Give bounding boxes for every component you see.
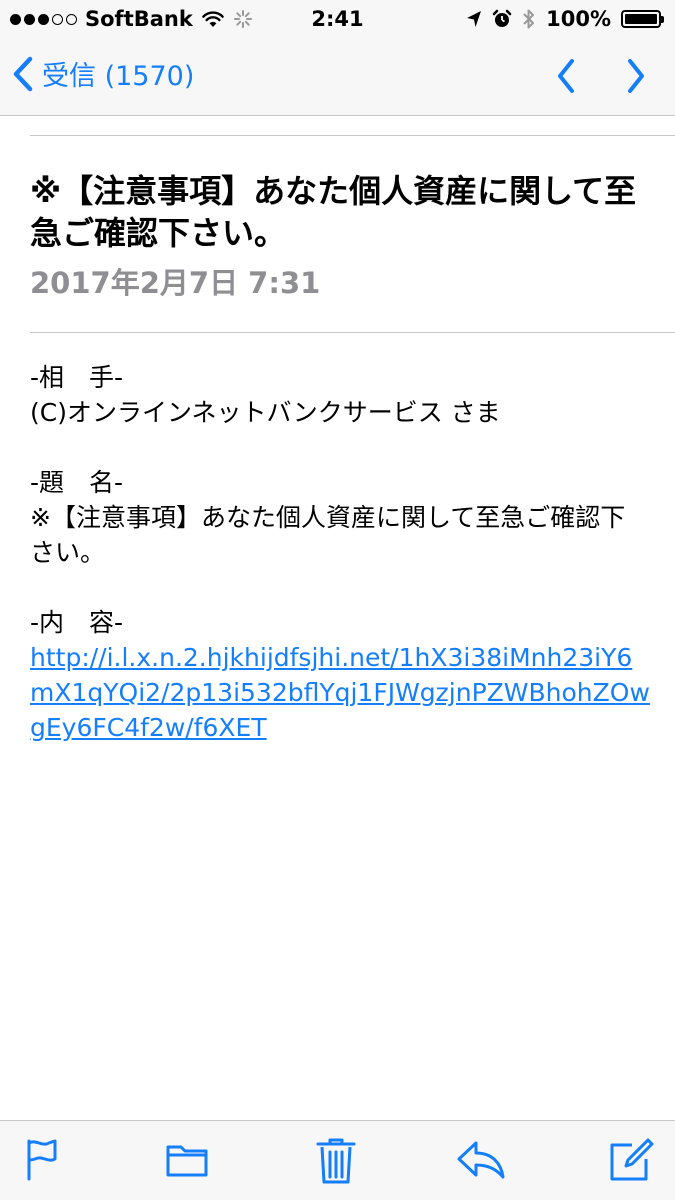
trash-button[interactable]	[316, 1137, 356, 1189]
move-to-folder-button[interactable]	[165, 1137, 209, 1185]
compose-button[interactable]	[608, 1137, 654, 1187]
bottom-toolbar	[0, 1120, 675, 1200]
flag-icon	[27, 1139, 57, 1181]
status-right: 100%	[466, 7, 664, 31]
chevron-up-icon	[558, 59, 574, 93]
separator-header	[30, 332, 675, 333]
status-bar: SoftBank 2:41 100%	[0, 0, 675, 40]
back-to-inbox-button[interactable]: 受信 (1570)	[12, 54, 194, 93]
chevron-left-icon	[13, 56, 33, 91]
reply-button[interactable]	[456, 1137, 506, 1185]
reply-icon	[457, 1141, 505, 1179]
bluetooth-icon	[523, 9, 535, 29]
message-body: -相 手- (C)オンラインネットバンクサービス さま -題 名- ※【注意事項…	[30, 360, 650, 745]
body-line: ※【注意事項】あなた個人資産に関して至急ご確認下さい。	[30, 503, 626, 567]
battery-percent: 100%	[546, 7, 611, 31]
back-label: 受信 (1570)	[42, 61, 195, 92]
body-line: -内 容-	[30, 608, 124, 637]
body-line: (C)オンラインネットバンクサービス さま	[30, 398, 501, 427]
previous-message-button[interactable]	[552, 56, 582, 100]
battery-icon	[621, 10, 664, 28]
body-line	[30, 570, 650, 605]
battery-level	[625, 14, 657, 24]
alarm-icon	[492, 9, 512, 27]
body-line	[30, 430, 650, 465]
navigation-bar: 受信 (1570)	[0, 40, 675, 116]
message-date: 2017年2月7日 7:31	[30, 266, 321, 300]
flag-button[interactable]	[24, 1137, 60, 1185]
body-line: -相 手-	[30, 363, 124, 392]
next-message-button[interactable]	[620, 56, 650, 100]
folder-icon	[166, 1145, 208, 1177]
location-arrow-icon	[467, 11, 482, 27]
chevron-down-icon	[628, 59, 644, 93]
message-subject: ※【注意事項】あなた個人資産に関して至急ご確認下さい。	[30, 172, 637, 252]
compose-icon	[610, 1138, 654, 1181]
separator-top	[30, 135, 675, 136]
trash-icon	[316, 1138, 356, 1184]
body-line: -題 名-	[30, 468, 124, 497]
message-link[interactable]: http://i.l.x.n.2.hjkhijdfsjhi.net/1hX3i3…	[30, 640, 650, 745]
